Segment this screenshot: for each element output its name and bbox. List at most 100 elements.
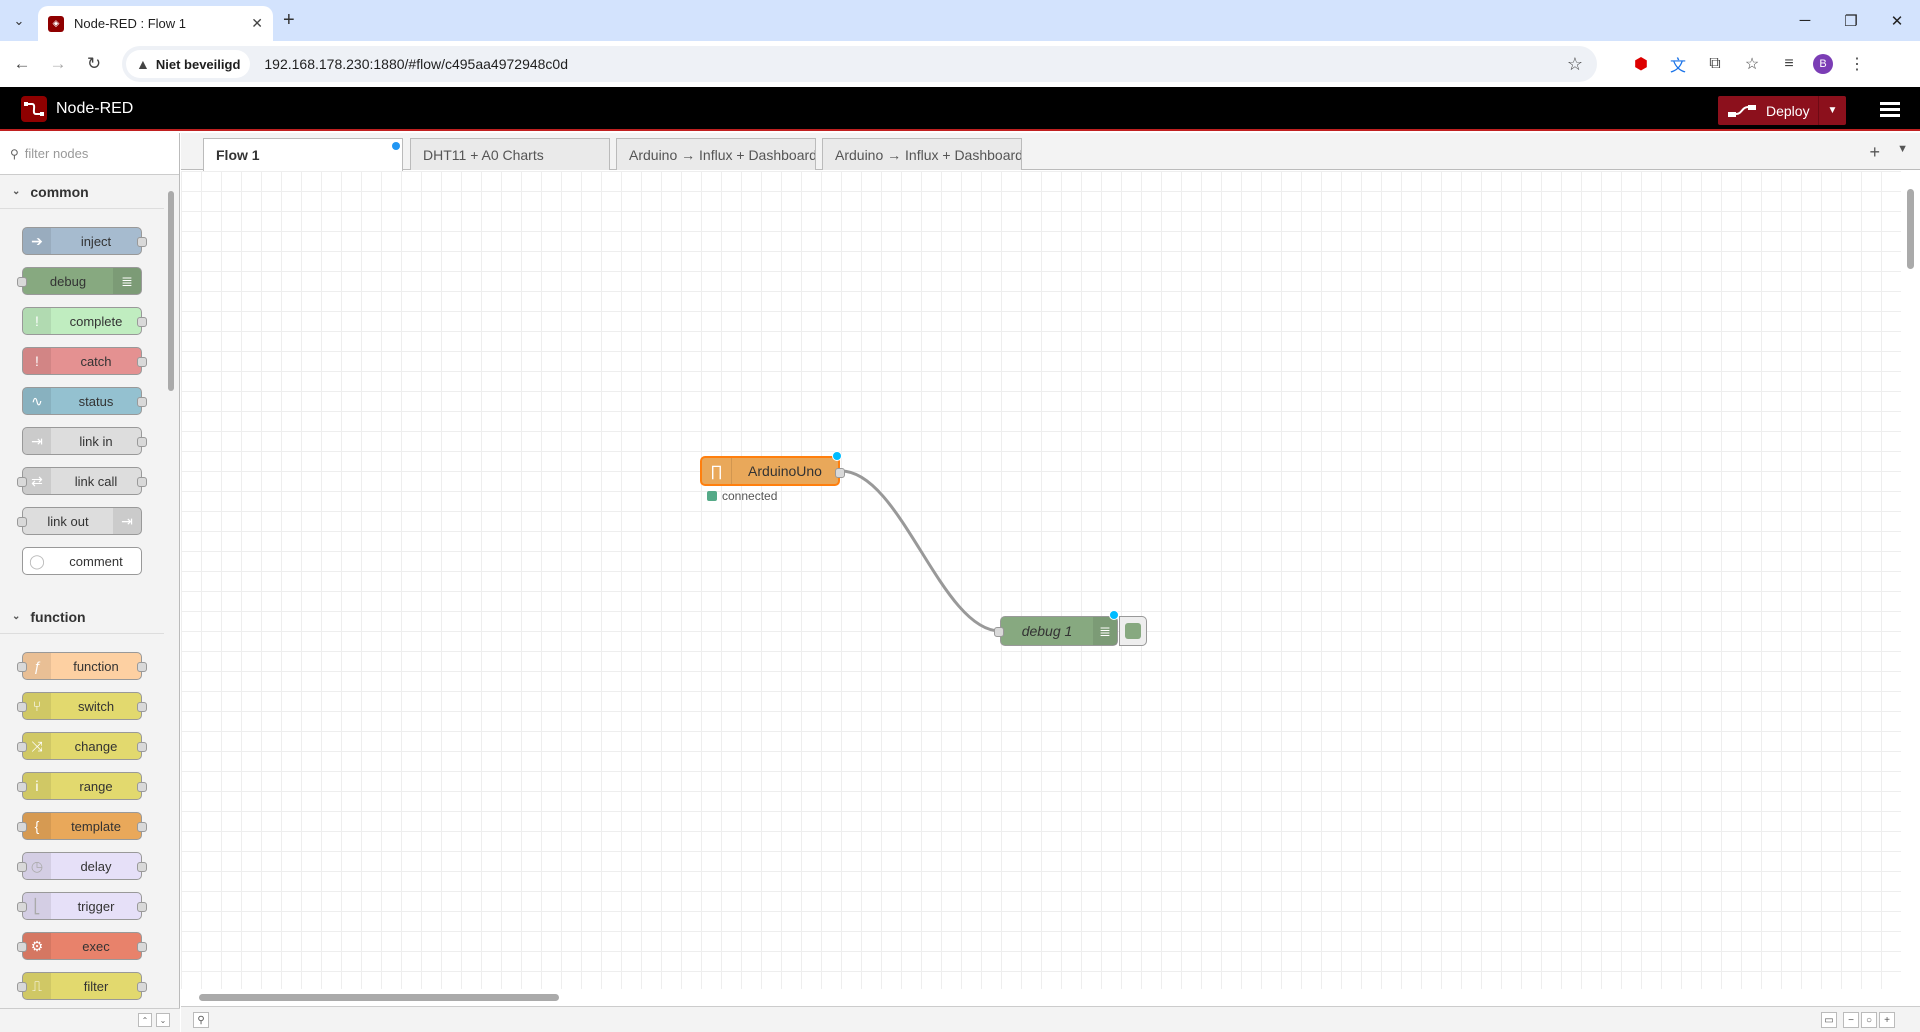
browser-tab-active[interactable]: ◈ Node-RED : Flow 1 ✕	[38, 6, 273, 41]
palette-search[interactable]: ⚲ filter nodes	[0, 133, 179, 175]
node-label: inject	[80, 233, 112, 249]
palette-node-link-out[interactable]: link out ⇥	[17, 507, 142, 535]
palette-node-trigger[interactable]: ⎣ trigger	[17, 892, 147, 920]
browser-tab-title: Node-RED : Flow 1	[74, 16, 186, 31]
output-port	[137, 662, 147, 672]
palette-category-function[interactable]: ⌄ function	[0, 600, 164, 634]
restore-icon[interactable]: ❐	[1828, 0, 1874, 41]
output-port	[137, 862, 147, 872]
palette-node-range[interactable]: ⅰ range	[17, 772, 147, 800]
debug-toggle-button[interactable]	[1119, 616, 1147, 646]
node-label: status	[78, 393, 114, 409]
node-changed-indicator	[832, 451, 842, 461]
tab-list-chevron-icon[interactable]: ▼	[1897, 143, 1908, 155]
node-label: function	[73, 658, 119, 674]
expand-all-icon[interactable]: ⌄	[156, 1013, 170, 1027]
adblock-extension-icon[interactable]: ⬢	[1628, 50, 1654, 78]
tab-label: Arduino → Influx + Dashboard	[835, 146, 1022, 163]
input-port	[17, 822, 27, 832]
deploy-button[interactable]: Deploy ▼	[1718, 96, 1846, 125]
palette-search-input[interactable]: filter nodes	[25, 146, 89, 161]
app-title: Node-RED	[56, 100, 134, 117]
flow-canvas[interactable]: ∏ ArduinoUno connected debug 1 ≣	[181, 171, 1901, 989]
palette-category-common[interactable]: ⌄ common	[0, 175, 164, 209]
tab-dht11-charts[interactable]: DHT11 + A0 Charts	[410, 138, 610, 170]
palette-node-link-in[interactable]: ⇥ link in	[22, 427, 147, 455]
main-menu-hamburger-icon[interactable]	[1878, 97, 1902, 121]
security-chip[interactable]: ▲ Niet beveiligd	[126, 50, 251, 78]
new-tab-icon[interactable]: +	[283, 9, 295, 32]
add-flow-icon[interactable]: +	[1869, 142, 1880, 163]
category-label: common	[30, 183, 89, 200]
bookmark-star-icon[interactable]: ☆	[1567, 54, 1583, 75]
palette-node-exec[interactable]: ⚙ exec	[17, 932, 147, 960]
palette-node-switch[interactable]: ⑂ switch	[17, 692, 147, 720]
canvas-horizontal-scrollbar[interactable]	[181, 989, 1901, 1006]
window-controls: ─ ❐ ✕	[1782, 0, 1920, 41]
deploy-options-chevron-icon[interactable]: ▼	[1818, 96, 1846, 125]
palette-node-function[interactable]: ƒ function	[17, 652, 147, 680]
tab-flow-1[interactable]: Flow 1	[203, 138, 403, 171]
collapse-all-icon[interactable]: ⌃	[138, 1013, 152, 1027]
node-red-logo-icon	[21, 96, 47, 122]
zoom-reset-icon[interactable]: ○	[1861, 1012, 1877, 1028]
close-window-icon[interactable]: ✕	[1874, 0, 1920, 41]
back-icon[interactable]: ←	[10, 52, 34, 76]
bookmarks-icon[interactable]: ☆	[1739, 50, 1765, 78]
zoom-in-icon[interactable]: +	[1879, 1012, 1895, 1028]
reload-icon[interactable]: ↻	[82, 52, 106, 76]
palette-node-debug[interactable]: debug ≣	[17, 267, 142, 295]
input-port	[17, 477, 27, 487]
extensions-puzzle-icon[interactable]: ⧉	[1702, 50, 1728, 78]
output-port	[137, 702, 147, 712]
palette-node-delay[interactable]: ◷ delay	[17, 852, 147, 880]
output-port	[137, 237, 147, 247]
translate-extension-icon[interactable]: 文	[1665, 50, 1691, 78]
palette-node-filter[interactable]: ⎍ filter	[17, 972, 147, 1000]
output-port[interactable]	[835, 468, 845, 478]
palette-node-inject[interactable]: ➔ inject	[22, 227, 147, 255]
tab-search-chevron-icon[interactable]: ⌄	[8, 10, 30, 32]
deploy-label: Deploy	[1766, 102, 1810, 119]
filter-icon: ⎍	[23, 973, 51, 999]
minimize-icon[interactable]: ─	[1782, 0, 1828, 41]
palette-node-catch[interactable]: ! catch	[22, 347, 147, 375]
output-port	[137, 357, 147, 367]
tab-label: Arduino → Influx + Dashboard	[629, 146, 816, 163]
palette-node-complete[interactable]: ! complete	[22, 307, 147, 335]
navigator-icon[interactable]: ▭	[1821, 1012, 1837, 1028]
status-dot-icon	[707, 491, 717, 501]
output-port	[137, 982, 147, 992]
palette-node-template[interactable]: { template	[17, 812, 147, 840]
palette-scrollbar[interactable]	[166, 175, 176, 955]
input-port	[17, 517, 27, 527]
palette-node-change[interactable]: ⤨ change	[17, 732, 147, 760]
input-port[interactable]	[994, 627, 1004, 637]
url-text[interactable]: 192.168.178.230:1880/#flow/c495aa4972948…	[264, 56, 568, 72]
close-tab-icon[interactable]: ✕	[251, 15, 263, 32]
address-bar[interactable]: ▲ Niet beveiligd 192.168.178.230:1880/#f…	[122, 46, 1597, 82]
search-flows-icon[interactable]: ⚲	[193, 1012, 209, 1028]
palette-node-link-call[interactable]: ⇄ link call	[17, 467, 147, 495]
node-palette: ⚲ filter nodes ⌄ common ➔ inject debug ≣…	[0, 133, 180, 1032]
browser-menu-icon[interactable]: ⋮	[1844, 50, 1870, 78]
avatar[interactable]: B	[1813, 54, 1833, 74]
palette-node-status[interactable]: ∿ status	[22, 387, 147, 415]
forward-icon[interactable]: →	[46, 52, 70, 76]
tab-arduino-influx-2[interactable]: Arduino → Influx + Dashboard	[822, 138, 1022, 170]
node-label: delay	[80, 858, 112, 874]
media-controls-icon[interactable]: ≡	[1776, 50, 1802, 78]
function-f-icon: ƒ	[23, 653, 51, 679]
input-port	[17, 982, 27, 992]
exclamation-icon: !	[23, 308, 51, 334]
trigger-icon: ⎣	[23, 893, 51, 919]
flow-node-arduino[interactable]: ∏ ArduinoUno	[700, 451, 845, 486]
wire-arduino-to-debug[interactable]	[181, 171, 1901, 989]
output-port	[137, 742, 147, 752]
flow-node-debug[interactable]: debug 1 ≣	[994, 610, 1119, 646]
tab-arduino-influx-1[interactable]: Arduino → Influx + Dashboard	[616, 138, 816, 170]
palette-node-comment[interactable]: ◯ comment	[22, 547, 142, 575]
node-label: comment	[69, 553, 123, 569]
canvas-vertical-scrollbar[interactable]	[1901, 171, 1920, 989]
zoom-out-icon[interactable]: −	[1843, 1012, 1859, 1028]
